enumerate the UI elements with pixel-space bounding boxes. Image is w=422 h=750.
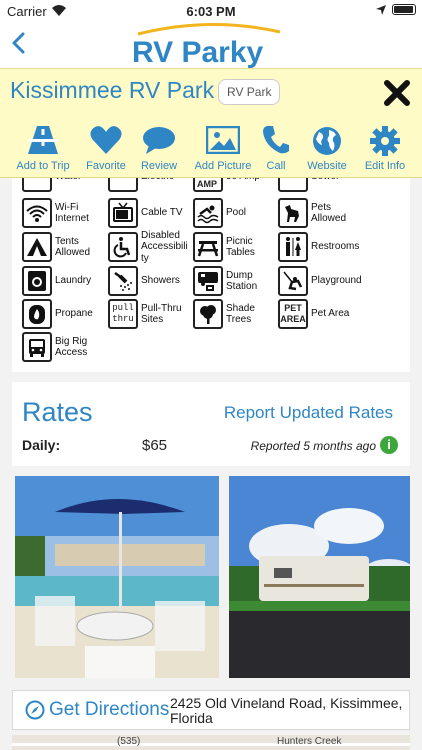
- review-label: Review: [140, 160, 178, 172]
- edit-info-button[interactable]: Edit Info: [362, 118, 408, 178]
- rv-parky-logo: RV Parky: [132, 22, 281, 68]
- park-address: 2425 Old Vineland Road, Kissimmee, Flori…: [170, 695, 403, 726]
- amenity-restrooms: Restrooms: [278, 232, 378, 262]
- propane-icon: [22, 299, 52, 329]
- amenity-pets-allowed: Pets Allowed: [278, 198, 378, 228]
- rates-heading: Rates: [22, 397, 93, 427]
- add-picture-label: Add Picture: [194, 160, 252, 172]
- back-chevron-icon[interactable]: [6, 26, 32, 60]
- amenity-picnic-tables: Picnic Tables: [193, 232, 273, 262]
- picture-icon: [206, 126, 240, 154]
- amenity-50-amp: AMP50 Amp: [193, 178, 285, 192]
- amenity-playground: Playground: [278, 266, 378, 296]
- water-icon: [22, 178, 52, 192]
- amenity-cable-tv: Cable TV: [108, 198, 188, 228]
- website-label: Website: [307, 160, 347, 172]
- favorite-button[interactable]: Favorite: [82, 118, 130, 178]
- amenity-showers: Showers: [108, 266, 188, 296]
- shower-icon: [108, 266, 138, 296]
- directions-card: Get Directions 2425 Old Vineland Road, K…: [12, 690, 410, 730]
- compass-icon: [25, 700, 45, 720]
- road-icon: [28, 126, 58, 154]
- action-toolbar: Add to Trip Favorite Review Add Picture …: [0, 118, 422, 178]
- daily-label: Daily:: [22, 437, 61, 453]
- amenity-propane: Propane: [22, 299, 102, 329]
- tent-icon: [22, 232, 52, 262]
- electric-icon: [108, 178, 138, 192]
- amenity-big-rig: Big Rig Access: [22, 332, 102, 362]
- big-rig-icon: [22, 332, 52, 362]
- get-directions-label: Get Directions: [49, 699, 170, 720]
- map-preview[interactable]: (535) Hunters Creek: [12, 735, 410, 750]
- park-title-bar: Kissimmee RV Park RV Park: [0, 68, 422, 118]
- pull-thru-icon: pull thru: [108, 299, 138, 329]
- wifi-signal-icon: [52, 5, 66, 16]
- laundry-icon: [22, 266, 52, 296]
- picnic-table-icon: [193, 232, 223, 262]
- amenity-shade-trees: Shade Trees: [193, 299, 273, 329]
- reported-timestamp: Reported 5 months ago: [250, 439, 376, 453]
- location-arrow-icon: [376, 4, 386, 15]
- amenity-wifi: Wi-Fi Internet: [22, 198, 102, 228]
- park-type-badge: RV Park: [218, 79, 281, 105]
- tree-icon: [193, 299, 223, 329]
- amenity-pull-thru: pull thru Pull-Thru Sites: [108, 299, 188, 329]
- info-icon[interactable]: i: [380, 436, 398, 454]
- status-bar: Carrier 6:03 PM: [0, 0, 422, 22]
- wifi-icon: [22, 198, 52, 228]
- park-name: Kissimmee RV Park: [10, 77, 215, 103]
- rates-card: Rates Report Updated Rates Daily: $65 Re…: [12, 382, 410, 466]
- park-photo-rv-site[interactable]: [229, 476, 410, 678]
- speech-bubble-icon: [143, 127, 175, 154]
- get-directions-button[interactable]: Get Directions: [25, 699, 169, 721]
- call-label: Call: [266, 160, 286, 172]
- map-road-label: (535): [117, 736, 141, 747]
- navigation-bar: RV Parky: [0, 22, 422, 68]
- restroom-icon: [278, 232, 308, 262]
- add-picture-button[interactable]: Add Picture: [190, 118, 256, 178]
- tv-icon: [108, 198, 138, 228]
- add-to-trip-label: Add to Trip: [16, 160, 70, 172]
- pool-icon: [193, 198, 223, 228]
- amp-icon: AMP: [193, 178, 223, 192]
- amenity-water: Water: [22, 178, 114, 192]
- add-to-trip-button[interactable]: Add to Trip: [12, 118, 74, 178]
- map-place-label: Hunters Creek: [277, 736, 342, 747]
- daily-price: $65: [142, 437, 168, 454]
- sewer-icon: [278, 178, 308, 192]
- close-icon[interactable]: [383, 78, 411, 108]
- svg-text:RV Parky: RV Parky: [132, 36, 264, 68]
- amenity-dump-station: Dump Station: [193, 266, 273, 296]
- playground-icon: [278, 266, 308, 296]
- website-button[interactable]: Website: [305, 118, 349, 178]
- amenity-sewer: Sewer: [278, 178, 378, 192]
- review-button[interactable]: Review: [137, 118, 181, 178]
- edit-info-label: Edit Info: [364, 160, 406, 172]
- amenity-pet-area: PET AREA Pet Area: [278, 299, 378, 329]
- favorite-label: Favorite: [86, 160, 126, 172]
- status-icons: [376, 4, 416, 15]
- amenities-card: Water Electric AMP50 Amp Sewer Wi-Fi Int…: [12, 178, 410, 372]
- amenity-tents: Tents Allowed: [22, 232, 102, 262]
- dump-station-icon: [193, 266, 223, 296]
- battery-icon: [392, 4, 416, 15]
- amenity-laundry: Laundry: [22, 266, 102, 296]
- park-photo-pool[interactable]: [15, 476, 219, 678]
- globe-icon: [313, 127, 341, 155]
- wheelchair-icon: [108, 232, 138, 262]
- amenity-electric: Electric: [108, 178, 200, 192]
- amenity-disabled-access: Disabled Accessibili ty: [108, 230, 188, 264]
- heart-icon: [90, 126, 122, 154]
- phone-icon: [263, 126, 289, 154]
- amenity-pool: Pool: [193, 198, 273, 228]
- report-updated-rates-link[interactable]: Report Updated Rates: [224, 403, 393, 423]
- pet-icon: [278, 198, 308, 228]
- gear-icon: [370, 126, 400, 156]
- pet-area-icon: PET AREA: [278, 299, 308, 329]
- call-button[interactable]: Call: [262, 118, 290, 178]
